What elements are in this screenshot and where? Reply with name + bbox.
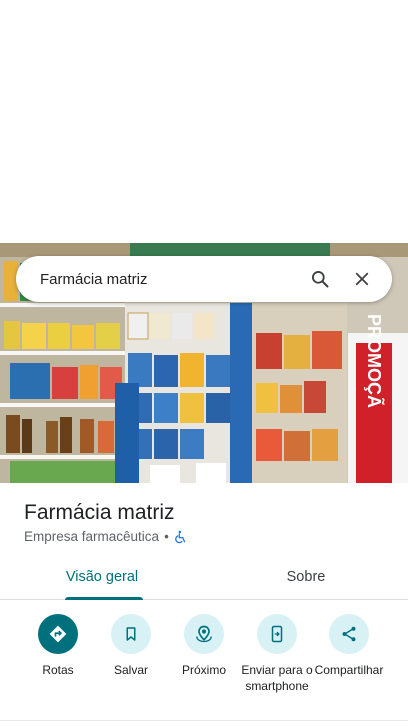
wheelchair-icon <box>174 530 185 543</box>
close-icon <box>355 272 369 286</box>
action-buttons: Rotas Salvar Próximo Enviar para o smart… <box>0 614 408 714</box>
search-icon <box>312 271 329 288</box>
search-button[interactable] <box>302 261 338 297</box>
share-label: Compartilhar <box>314 663 384 677</box>
place-category: Empresa farmacêutica <box>24 529 160 544</box>
directions-label: Rotas <box>42 663 74 677</box>
place-category-row: Empresa farmacêutica • <box>24 529 188 544</box>
nearby-label: Próximo <box>181 663 226 677</box>
nearby-circle[interactable] <box>184 614 224 654</box>
promo-sign-text: PROMOÇÃ <box>364 314 385 408</box>
share-button[interactable]: Compartilhar <box>309 614 389 678</box>
search-input[interactable]: Farmácia matriz <box>40 271 296 288</box>
send-to-phone-label: Enviar para o smartphone <box>241 663 313 693</box>
separator-dot: • <box>164 529 169 544</box>
divider <box>0 720 408 721</box>
nearby-icon <box>196 625 212 643</box>
share-circle[interactable] <box>329 614 369 654</box>
place-title: Farmácia matriz <box>24 501 175 524</box>
send-to-phone-circle[interactable] <box>257 614 297 654</box>
directions-button[interactable]: Rotas <box>18 614 98 678</box>
save-button[interactable]: Salvar <box>91 614 171 678</box>
save-circle[interactable] <box>111 614 151 654</box>
send-to-phone-button[interactable]: Enviar para o smartphone <box>237 614 317 694</box>
bookmark-icon <box>126 627 136 641</box>
close-button[interactable] <box>344 261 380 297</box>
save-label: Salvar <box>113 663 148 677</box>
directions-icon <box>49 625 67 643</box>
directions-circle[interactable] <box>38 614 78 654</box>
search-bar[interactable]: Farmácia matriz <box>16 256 392 302</box>
share-icon <box>342 626 356 642</box>
nearby-button[interactable]: Próximo <box>164 614 244 678</box>
tab-bar: Visão geral Sobre <box>0 555 408 600</box>
tab-overview[interactable]: Visão geral <box>0 555 204 600</box>
tab-about[interactable]: Sobre <box>204 555 408 599</box>
send-to-phone-icon <box>271 625 283 643</box>
